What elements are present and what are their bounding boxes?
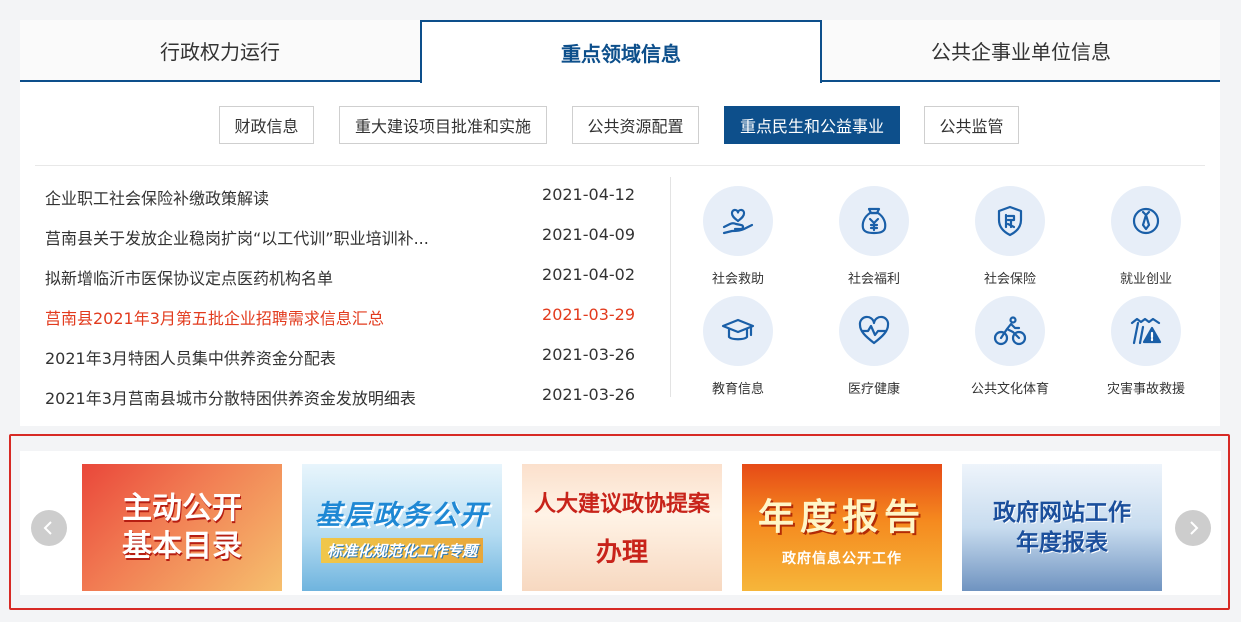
subtab-finance[interactable]: 财政信息 xyxy=(219,106,314,144)
banner-subtitle: 标准化规范化工作专题 xyxy=(320,537,483,563)
subtab-public-resources[interactable]: 公共资源配置 xyxy=(572,106,699,144)
category-employment[interactable]: 就业创业 xyxy=(1091,186,1201,291)
divider xyxy=(35,165,1205,166)
tie-badge-icon xyxy=(1111,186,1181,256)
category-healthcare[interactable]: 医疗健康 xyxy=(819,296,929,401)
news-date: 2021-03-29 xyxy=(542,305,635,324)
subtab-livelihood[interactable]: 重点民生和公益事业 xyxy=(724,106,900,144)
news-title: 企业职工社会保险补缴政策解读 xyxy=(45,189,270,207)
banner-title: 政府网站工作 xyxy=(993,499,1131,526)
sub-tabs: 财政信息 重大建设项目批准和实施 公共资源配置 重点民生和公益事业 公共监管 xyxy=(20,106,1220,146)
tab-public-enterprises[interactable]: 公共企事业单位信息 xyxy=(822,20,1220,82)
tab-administrative-power[interactable]: 行政权力运行 xyxy=(20,20,420,82)
vertical-divider xyxy=(670,177,671,397)
carousel-next-button[interactable] xyxy=(1175,510,1211,546)
carousel-track: 主动公开 基本目录 基层政务公开 标准化规范化工作专题 人大建议政协提案 办理 … xyxy=(20,451,1221,595)
news-date: 2021-04-02 xyxy=(542,265,635,284)
graduation-cap-icon xyxy=(703,296,773,366)
subtab-supervision[interactable]: 公共监管 xyxy=(924,106,1019,144)
banner-title: 人大建议政协提案 xyxy=(533,491,710,517)
category-social-assistance[interactable]: 社会救助 xyxy=(683,186,793,291)
category-label: 社会福利 xyxy=(847,272,900,287)
banner-title: 基层政务公开 xyxy=(315,499,489,531)
banner-grassroots-disclosure[interactable]: 基层政务公开 标准化规范化工作专题 xyxy=(302,464,502,591)
tab-key-areas[interactable]: 重点领域信息 xyxy=(420,20,822,83)
cyclist-icon xyxy=(975,296,1045,366)
category-education[interactable]: 教育信息 xyxy=(683,296,793,401)
main-tabs: 行政权力运行 重点领域信息 公共企事业单位信息 xyxy=(20,20,1220,83)
news-title: 2021年3月莒南县城市分散特困供养资金发放明细表 xyxy=(45,389,416,407)
banner-title: 主动公开 xyxy=(122,491,242,525)
chevron-right-icon xyxy=(1190,521,1199,535)
info-panel: 行政权力运行 重点领域信息 公共企事业单位信息 财政信息 重大建设项目批准和实施… xyxy=(20,20,1220,426)
heart-hand-icon xyxy=(703,186,773,256)
category-social-insurance[interactable]: 社会保险 xyxy=(955,186,1065,291)
category-label: 公共文化体育 xyxy=(970,382,1049,397)
news-item[interactable]: 莒南县关于发放企业稳岗扩岗“以工代训”职业培训补... 2021-04-09 xyxy=(45,225,635,247)
category-label: 就业创业 xyxy=(1119,272,1172,287)
news-item[interactable]: 企业职工社会保险补缴政策解读 2021-04-12 xyxy=(45,185,635,207)
banner-subtitle: 政府信息公开工作 xyxy=(782,550,902,567)
category-label: 医疗健康 xyxy=(847,382,900,397)
category-label: 教育信息 xyxy=(711,382,764,397)
chevron-left-icon xyxy=(43,521,52,535)
disaster-warning-icon xyxy=(1111,296,1181,366)
banner-carousel: 主动公开 基本目录 基层政务公开 标准化规范化工作专题 人大建议政协提案 办理 … xyxy=(9,434,1230,610)
news-date: 2021-04-09 xyxy=(542,225,635,244)
banner-proposals-handling[interactable]: 人大建议政协提案 办理 xyxy=(522,464,722,591)
banner-title: 年度报告 xyxy=(757,495,926,538)
category-social-welfare[interactable]: 社会福利 xyxy=(819,186,929,291)
banner-annual-report[interactable]: 年度报告 政府信息公开工作 xyxy=(742,464,942,591)
news-item[interactable]: 拟新增临沂市医保协议定点医药机构名单 2021-04-02 xyxy=(45,265,635,287)
banner-subtitle: 年度报表 xyxy=(1016,529,1108,556)
banner-subtitle: 办理 xyxy=(595,538,648,568)
news-title: 莒南县2021年3月第五批企业招聘需求信息汇总 xyxy=(45,309,384,327)
news-title: 莒南县关于发放企业稳岗扩岗“以工代训”职业培训补... xyxy=(45,229,429,247)
news-date: 2021-03-26 xyxy=(542,345,635,364)
news-date: 2021-04-12 xyxy=(542,185,635,204)
news-title: 2021年3月特困人员集中供养资金分配表 xyxy=(45,349,336,367)
banner-website-annual-statement[interactable]: 政府网站工作 年度报表 xyxy=(962,464,1162,591)
banner-subtitle: 基本目录 xyxy=(122,529,242,563)
money-bag-icon xyxy=(839,186,909,256)
insurance-shield-icon xyxy=(975,186,1045,256)
category-label: 社会救助 xyxy=(711,272,764,287)
news-date: 2021-03-26 xyxy=(542,385,635,404)
category-disaster-rescue[interactable]: 灾害事故救援 xyxy=(1091,296,1201,401)
category-label: 灾害事故救援 xyxy=(1106,382,1185,397)
banner-active-disclosure-catalog[interactable]: 主动公开 基本目录 xyxy=(82,464,282,591)
category-culture-sports[interactable]: 公共文化体育 xyxy=(955,296,1065,401)
news-item-highlighted[interactable]: 莒南县2021年3月第五批企业招聘需求信息汇总 2021-03-29 xyxy=(45,305,635,327)
news-item[interactable]: 2021年3月特困人员集中供养资金分配表 2021-03-26 xyxy=(45,345,635,367)
carousel-prev-button[interactable] xyxy=(31,510,67,546)
heartbeat-icon xyxy=(839,296,909,366)
subtab-major-projects[interactable]: 重大建设项目批准和实施 xyxy=(339,106,547,144)
category-label: 社会保险 xyxy=(983,272,1036,287)
news-title: 拟新增临沂市医保协议定点医药机构名单 xyxy=(45,269,334,287)
news-item[interactable]: 2021年3月莒南县城市分散特困供养资金发放明细表 2021-03-26 xyxy=(45,385,635,407)
